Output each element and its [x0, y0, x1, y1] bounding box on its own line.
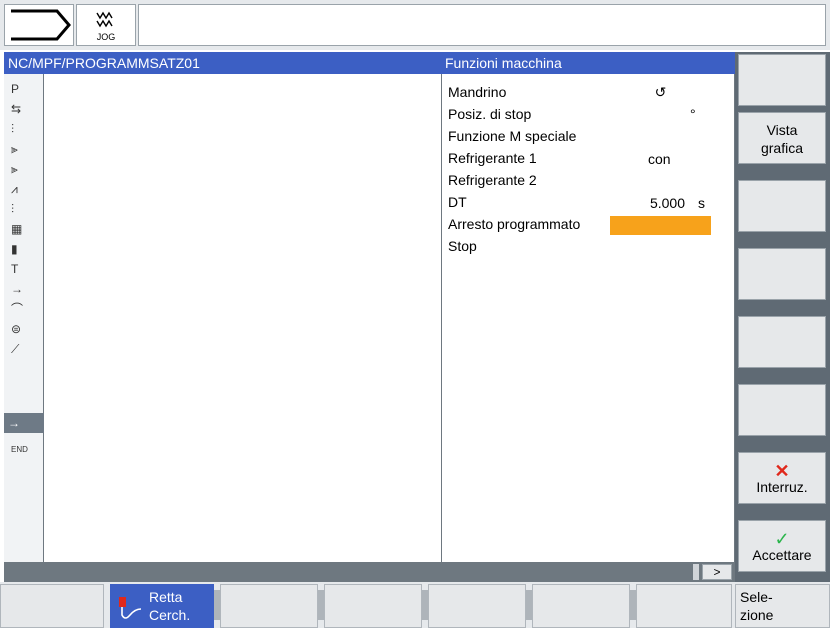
left-icon: ⫸: [11, 142, 18, 156]
channel-icon[interactable]: [4, 4, 74, 46]
softkey-h4[interactable]: [324, 584, 422, 628]
grafica-label: grafica: [760, 140, 804, 156]
accept-button[interactable]: ✓ Accettare: [738, 520, 826, 572]
program-path: NC/MPF/PROGRAMMSATZ01: [8, 55, 200, 71]
accept-label: Accettare: [752, 547, 812, 563]
left-icon: ⫶: [11, 202, 15, 216]
line-circle-icon: [119, 597, 142, 619]
left-icon: →: [11, 282, 23, 296]
jog-label: JOG: [96, 32, 116, 42]
left-icon: ▦: [11, 222, 23, 236]
left-icon: ⇆: [11, 102, 22, 116]
zione-label: zione: [740, 607, 774, 623]
left-icon: P: [11, 82, 20, 96]
m-function-field[interactable]: [610, 128, 711, 147]
coolant-1-value: con: [648, 151, 671, 167]
more-button[interactable]: >: [702, 564, 732, 580]
softkey-h1[interactable]: [0, 584, 104, 628]
cancel-x-icon: ✕: [774, 461, 790, 481]
programmed-stop-field[interactable]: [610, 216, 711, 235]
left-icon: ⌒: [11, 302, 24, 316]
param-label-posiz-stop: Posiz. di stop: [448, 106, 532, 122]
dwell-time-value: 5.000: [649, 195, 685, 211]
status-separator: [693, 564, 699, 580]
stop-field[interactable]: [610, 238, 711, 257]
param-label-refrigerante-2: Refrigerante 2: [448, 172, 537, 188]
softkey-h6[interactable]: [532, 584, 630, 628]
header-bar: NC/MPF/PROGRAMMSATZ01 Funzioni macchina: [4, 52, 735, 74]
param-label-dt: DT: [448, 194, 467, 210]
param-label-stop: Stop: [448, 238, 477, 254]
spindle-direction-field[interactable]: ↺: [610, 84, 711, 103]
left-icon: ▮: [11, 242, 18, 256]
retta-label: Retta: [149, 589, 183, 605]
cancel-button[interactable]: ✕ Interruz.: [738, 452, 826, 504]
softkey-separator: [318, 590, 324, 620]
softkey-separator: [630, 590, 636, 620]
left-icon: ⫶: [11, 122, 15, 136]
accept-check-icon: ✓: [774, 529, 790, 549]
sele-label: Sele-: [740, 589, 773, 605]
softkey-h5[interactable]: [428, 584, 526, 628]
spindle-rotation-icon: ↺: [654, 84, 667, 100]
softkey-v6[interactable]: [738, 384, 826, 436]
softkey-separator: [526, 590, 532, 620]
arrow-icon: [11, 9, 71, 41]
cerch-label: Cerch.: [149, 607, 191, 623]
softkey-h7[interactable]: [636, 584, 732, 628]
panel-title: Funzioni macchina: [445, 55, 562, 71]
param-label-funzione-m: Funzione M speciale: [448, 128, 577, 144]
dwell-time-field[interactable]: 5.000 s: [610, 194, 711, 213]
softkey-separator: [422, 590, 428, 620]
left-icon: T: [11, 262, 19, 276]
selezione-button[interactable]: Sele- zione: [735, 584, 830, 628]
status-bar: [4, 562, 735, 582]
panel-divider: [441, 74, 442, 562]
vista-grafica-button[interactable]: Vista grafica: [738, 112, 826, 164]
param-label-refrigerante-1: Refrigerante 1: [448, 150, 537, 166]
end-icon: END: [11, 445, 28, 454]
softkey-v4[interactable]: [738, 248, 826, 300]
top-empty-area: [138, 4, 826, 46]
degree-unit: °: [690, 106, 696, 122]
seconds-unit: s: [698, 195, 705, 211]
left-icon: ⊜: [11, 322, 22, 336]
softkey-v1[interactable]: [738, 54, 826, 106]
param-label-arresto: Arresto programmato: [448, 216, 581, 232]
coolant-1-field[interactable]: con: [610, 150, 711, 169]
left-icon: ⟋: [11, 342, 20, 356]
stop-position-field[interactable]: °: [610, 106, 711, 125]
vista-label: Vista: [766, 122, 798, 138]
softkey-h3[interactable]: [220, 584, 318, 628]
softkey-v3[interactable]: [738, 180, 826, 232]
left-icon: ⩘: [11, 182, 18, 196]
cancel-label: Interruz.: [756, 479, 808, 495]
param-label-mandrino: Mandrino: [448, 84, 507, 100]
left-icon-selected: →: [4, 413, 44, 433]
program-editor[interactable]: [4, 74, 735, 562]
jog-mode-icon[interactable]: JOG: [76, 4, 136, 46]
softkey-separator: [214, 590, 220, 620]
softkey-v5[interactable]: [738, 316, 826, 368]
left-icon: ⫸: [11, 162, 18, 176]
coolant-2-field[interactable]: [610, 172, 711, 191]
retta-cerchio-button[interactable]: Retta Cerch.: [110, 584, 214, 628]
